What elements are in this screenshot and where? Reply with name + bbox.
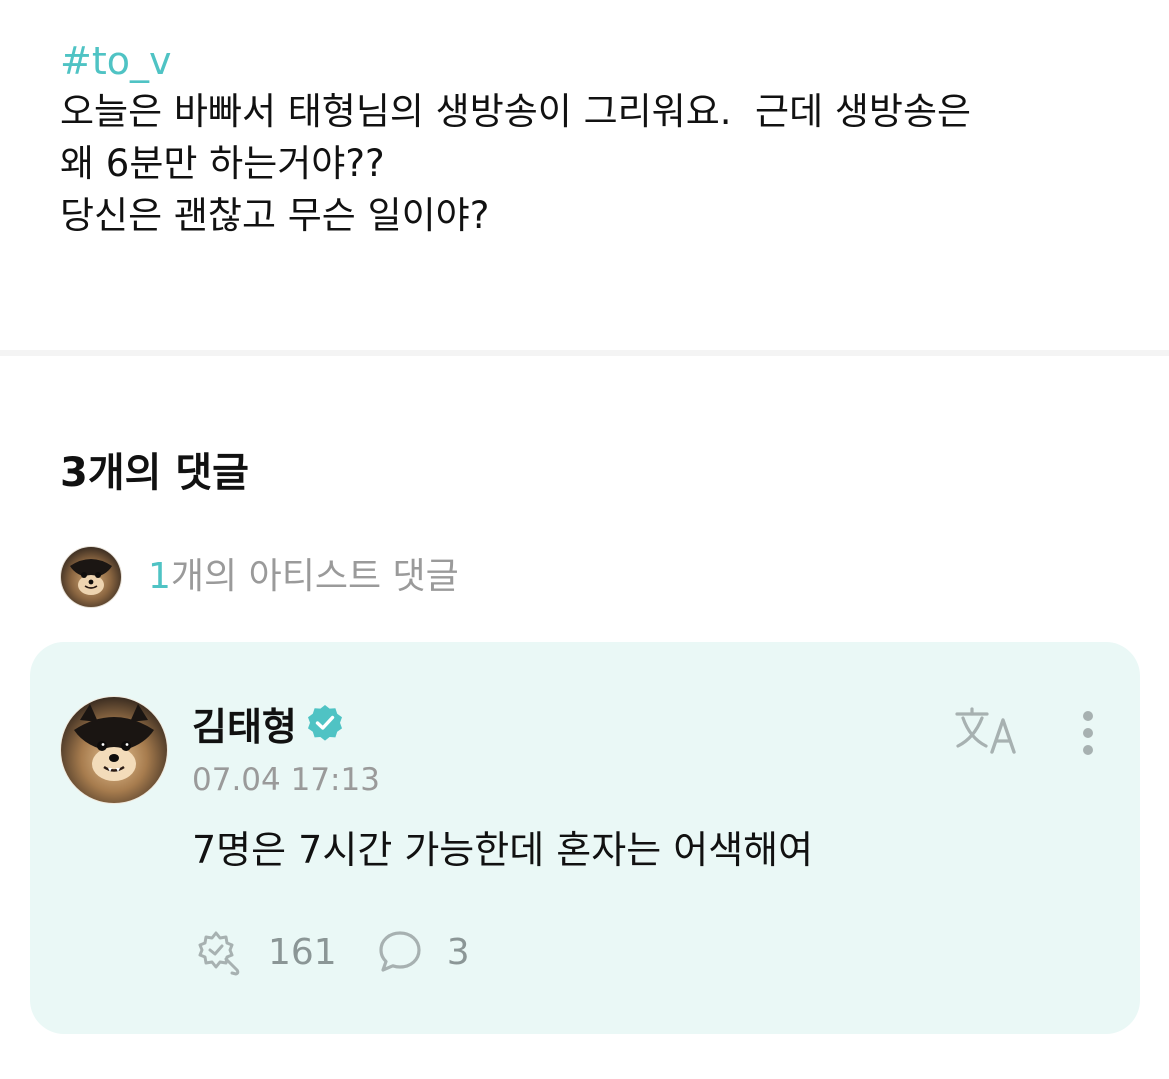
reply-button[interactable]: 3 xyxy=(377,929,470,975)
comment-author-name[interactable]: 김태형 xyxy=(192,696,297,751)
comment-actions: 161 3 xyxy=(192,924,510,980)
comment-text: 7명은 7시간 가능한데 혼자는 어색해여 xyxy=(192,828,814,872)
post: #to_v 오늘은 바빠서 태형님의 생방송이 그리워요. 근데 생방송은 왜 … xyxy=(60,36,1120,242)
verified-badge-icon xyxy=(307,705,342,741)
more-vertical-icon xyxy=(1083,711,1093,755)
reply-count: 3 xyxy=(446,931,470,973)
artist-comment-summary[interactable]: 1개의 아티스트 댓글 xyxy=(60,546,459,608)
comment-timestamp: 07.04 17:13 xyxy=(192,762,380,798)
reply-bubble-icon xyxy=(379,931,421,972)
translate-icon xyxy=(955,707,1016,754)
artist-avatar-small xyxy=(60,546,122,608)
like-button[interactable]: 161 xyxy=(192,926,337,978)
comments-count-title: 3개의 댓글 xyxy=(60,450,249,496)
comment-author-avatar[interactable] xyxy=(60,696,168,804)
like-count: 161 xyxy=(268,931,337,973)
section-divider xyxy=(0,350,1169,356)
post-hashtag[interactable]: #to_v xyxy=(60,36,1120,86)
more-options-button[interactable] xyxy=(1070,706,1106,762)
artist-comment-count: 1 xyxy=(148,556,171,597)
like-icon xyxy=(198,931,240,976)
comment-author-row: 김태형 xyxy=(192,696,345,750)
translate-button[interactable] xyxy=(954,706,1020,756)
artist-comment-label: 개의 아티스트 댓글 xyxy=(170,556,459,597)
post-body: 오늘은 바빠서 태형님의 생방송이 그리워요. 근데 생방송은 왜 6분만 하는… xyxy=(60,90,972,237)
artist-comment-summary-text: 1개의 아티스트 댓글 xyxy=(148,555,459,599)
artist-comment-card: 김태형 07.04 17:13 7명은 7시간 가능한데 혼자는 어색해여 16… xyxy=(30,642,1140,1034)
